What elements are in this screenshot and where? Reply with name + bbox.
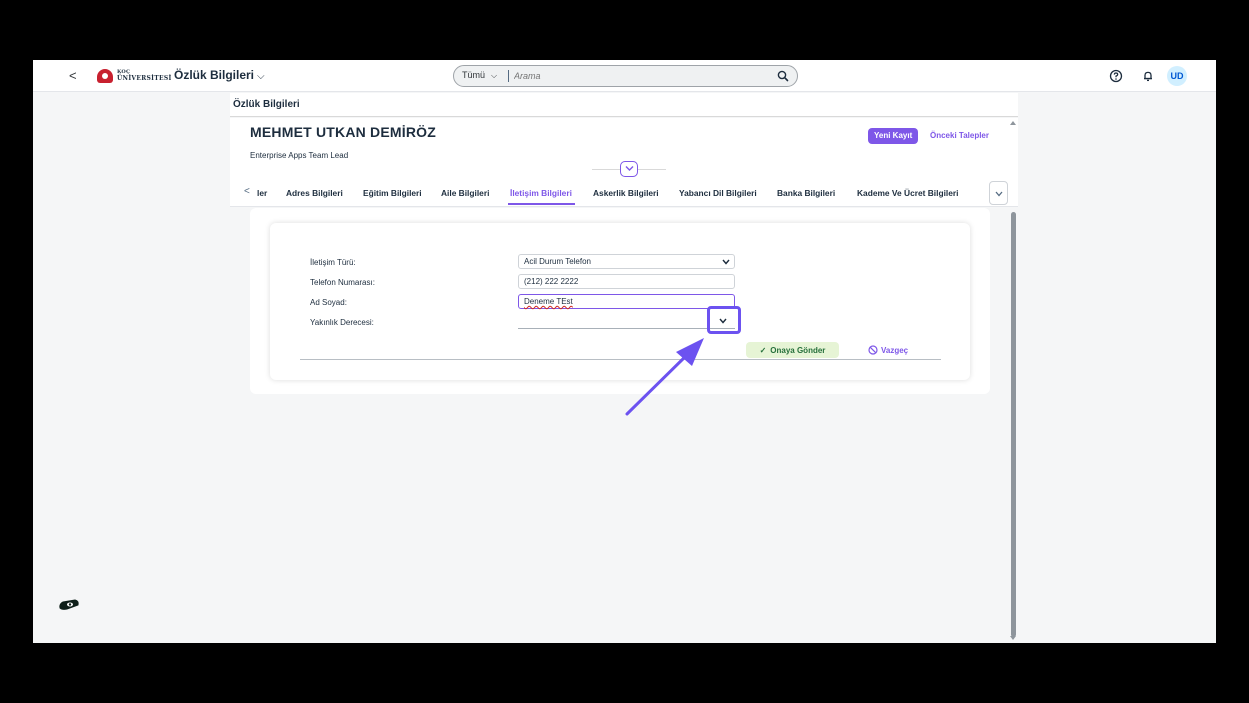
- back-button[interactable]: <: [69, 68, 77, 83]
- content-page: Özlük Bilgileri MEHMET UTKAN DEMİRÖZ Ent…: [230, 93, 1018, 643]
- telefon-numarasi-value: (212) 222 2222: [524, 277, 579, 286]
- page-header: Özlük Bilgileri: [230, 93, 1018, 117]
- scroll-down-arrow[interactable]: [1010, 636, 1016, 640]
- tab-banka-bilgileri[interactable]: Banka Bilgileri: [777, 188, 835, 198]
- chevron-down-icon: [995, 191, 1003, 197]
- tab-adres-bilgileri[interactable]: Adres Bilgileri: [286, 188, 343, 198]
- iletisim-turu-value: Acil Durum Telefon: [524, 257, 591, 266]
- university-logo[interactable]: KOÇ ÜNİVERSİTESİ: [97, 68, 175, 84]
- search-input[interactable]: [514, 68, 764, 84]
- no-entry-icon: [868, 345, 878, 355]
- iletisim-turu-select[interactable]: Acil Durum Telefon: [518, 254, 735, 269]
- cancel-button[interactable]: Vazgeç: [868, 342, 908, 358]
- telefon-numarasi-input[interactable]: (212) 222 2222: [518, 274, 735, 289]
- user-avatar[interactable]: UD: [1167, 66, 1187, 86]
- form-divider: [300, 359, 941, 360]
- app-title: Özlük Bilgileri: [174, 68, 255, 82]
- ad-soyad-input[interactable]: Deneme TEst: [518, 294, 735, 309]
- field-label-telefon-numarasi: Telefon Numarası:: [310, 278, 375, 287]
- contact-form-card: İletişim Türü: Acil Durum Telefon Telefo…: [270, 223, 970, 380]
- tab-yabanci-dil-bilgileri[interactable]: Yabancı Dil Bilgileri: [679, 188, 757, 198]
- previous-requests-button[interactable]: Önceki Talepler: [926, 128, 993, 144]
- tab-kademe-ve-ucret-bilgileri[interactable]: Kademe Ve Ücret Bilgileri: [857, 188, 958, 198]
- tab-iletisim-bilgileri[interactable]: İletişim Bilgileri: [510, 188, 572, 198]
- tab-askerlik-bilgileri[interactable]: Askerlik Bilgileri: [593, 188, 659, 198]
- tab-partial[interactable]: ler: [257, 188, 267, 198]
- shell-header: < KOÇ ÜNİVERSİTESİ Özlük Bilgileri ⌵ Tümü…: [33, 60, 1216, 92]
- bell-icon[interactable]: [1141, 69, 1155, 83]
- tab-overflow-button[interactable]: [989, 181, 1008, 205]
- yakinlik-derecesi-dropdown-button[interactable]: [711, 314, 735, 329]
- search-scope-value: Tümü: [462, 70, 486, 80]
- page-scrollbar[interactable]: [1011, 212, 1016, 637]
- field-label-ad-soyad: Ad Soyad:: [310, 298, 347, 307]
- active-tab-indicator: [508, 203, 575, 205]
- page-title: Özlük Bilgileri: [233, 99, 300, 110]
- check-icon: ✓: [759, 345, 767, 355]
- scroll-up-arrow[interactable]: [1010, 121, 1016, 125]
- app-window: < KOÇ ÜNİVERSİTESİ Özlük Bilgileri ⌵ Tümü…: [33, 60, 1216, 643]
- chevron-down-icon: [722, 259, 730, 265]
- logo-mark-icon: [97, 69, 113, 83]
- field-label-yakinlik-derecesi: Yakınlık Derecesi:: [310, 318, 374, 327]
- employee-role: Enterprise Apps Team Lead: [250, 151, 349, 160]
- chevron-down-icon: ⌵: [491, 71, 498, 80]
- search-scope-select[interactable]: Tümü ⌵: [462, 70, 497, 81]
- assistant-icon[interactable]: [57, 598, 81, 612]
- chevron-down-icon: ⌵: [257, 71, 265, 82]
- logo-text-line2: ÜNİVERSİTESİ: [117, 75, 172, 82]
- tab-egitim-bilgileri[interactable]: Eğitim Bilgileri: [363, 188, 422, 198]
- tab-bar: < ler Adres Bilgileri Eğitim Bilgileri A…: [230, 181, 1018, 207]
- collapse-header-button[interactable]: [620, 161, 638, 177]
- tab-scroll-left-button[interactable]: <: [244, 186, 250, 197]
- ad-soyad-value: Deneme TEst: [524, 297, 573, 306]
- chevron-down-icon: [719, 318, 727, 324]
- section-container: İletişim Türü: Acil Durum Telefon Telefo…: [250, 208, 990, 394]
- search-bar: Tümü ⌵: [453, 65, 798, 87]
- yakinlik-derecesi-select[interactable]: [518, 314, 735, 329]
- new-record-button[interactable]: Yeni Kayıt: [868, 128, 919, 144]
- chevron-down-icon: [625, 166, 634, 171]
- search-divider: [508, 70, 509, 82]
- send-for-approval-label: Onaya Gönder: [770, 345, 826, 355]
- app-title-menu[interactable]: Özlük Bilgileri ⌵: [174, 68, 265, 82]
- send-for-approval-button[interactable]: ✓ Onaya Gönder: [746, 342, 839, 358]
- search-icon[interactable]: [776, 69, 790, 83]
- cancel-label: Vazgeç: [881, 346, 909, 355]
- field-label-iletisim-turu: İletişim Türü:: [310, 258, 356, 267]
- help-icon[interactable]: [1109, 69, 1123, 83]
- employee-name: MEHMET UTKAN DEMİRÖZ: [250, 124, 436, 140]
- tab-aile-bilgileri[interactable]: Aile Bilgileri: [441, 188, 489, 198]
